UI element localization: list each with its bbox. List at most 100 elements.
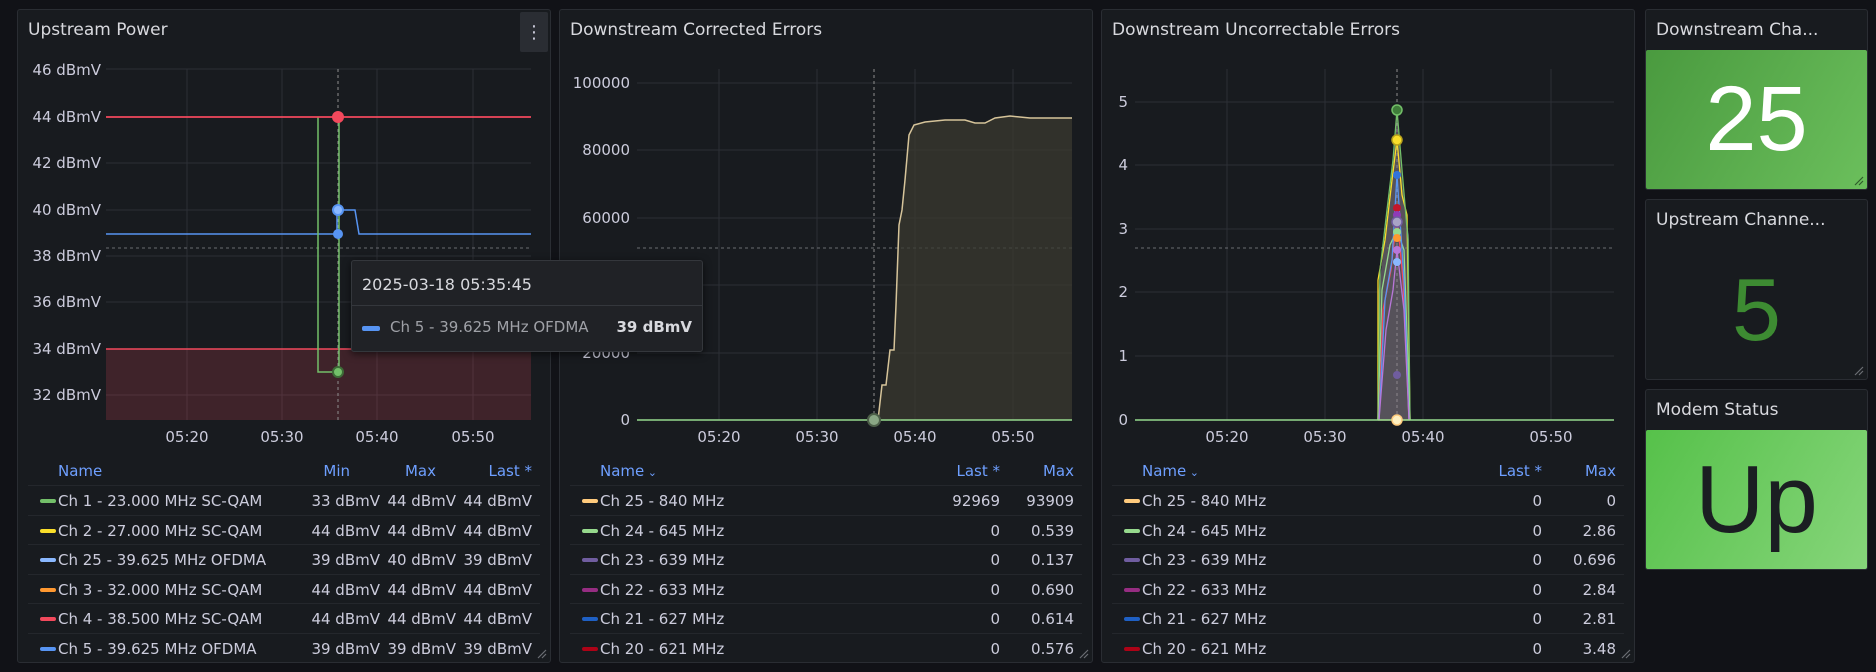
panel-title[interactable]: Modem Status xyxy=(1656,400,1778,420)
legend-row[interactable]: Ch 4 - 38.500 MHz SC-QAM 44 dBmV 44 dBmV 44… xyxy=(28,603,540,633)
legend-row[interactable]: Ch 21 - 627 MHz 0 0.614 xyxy=(570,603,1082,633)
legend-cell: 0.614 xyxy=(1031,610,1074,628)
y-tick: 80000 xyxy=(582,141,630,159)
legend-row[interactable]: Ch 23 - 639 MHz 0 0.137 xyxy=(570,544,1082,574)
y-tick: 44 dBmV xyxy=(32,108,101,126)
legend-cell: Ch 2 - 27.000 MHz SC-QAM xyxy=(58,522,263,540)
x-tick: 05:50 xyxy=(991,428,1034,446)
legend-row[interactable]: Ch 25 - 840 MHz 92969 93909 xyxy=(570,485,1082,515)
legend-cell: 0 xyxy=(1532,640,1542,658)
series-color-swatch xyxy=(1124,499,1140,503)
x-tick: 05:30 xyxy=(260,428,303,446)
uncorrectable-errors-chart[interactable]: 5 4 3 2 1 0 05:20 05:30 05:40 05:50 xyxy=(1102,10,1636,450)
legend-col-max[interactable]: Max xyxy=(1585,462,1616,480)
legend-row[interactable]: Ch 2 - 27.000 MHz SC-QAM 44 dBmV 44 dBmV 44… xyxy=(28,515,540,545)
panel-downstream-channels: Downstream Cha... 25 xyxy=(1645,9,1868,190)
legend-col-min[interactable]: Min xyxy=(323,462,350,480)
series-color-swatch xyxy=(1124,529,1140,533)
legend-row[interactable]: Ch 20 - 621 MHz 0 3.48 xyxy=(1112,633,1624,663)
legend-col-name[interactable]: Name ⌄ xyxy=(1142,462,1199,480)
data-point xyxy=(1393,204,1401,212)
x-tick: 05:30 xyxy=(795,428,838,446)
legend-cell: 0 xyxy=(990,522,1000,540)
legend-cell: Ch 25 - 840 MHz xyxy=(600,492,725,510)
data-point xyxy=(1391,414,1403,426)
legend-cell: Ch 24 - 645 MHz xyxy=(600,522,725,540)
data-point xyxy=(332,366,344,378)
legend-cell: 2.81 xyxy=(1582,610,1616,628)
legend-row[interactable]: Ch 3 - 32.000 MHz SC-QAM 44 dBmV 44 dBmV 44… xyxy=(28,574,540,604)
legend-cell: 40 dBmV xyxy=(387,551,456,569)
tooltip-swatch xyxy=(362,326,380,331)
legend-cell: 0.696 xyxy=(1573,551,1616,569)
legend-row[interactable]: Ch 20 - 621 MHz 0 0.576 xyxy=(570,633,1082,663)
legend-cell: Ch 25 - 840 MHz xyxy=(1142,492,1267,510)
legend-row[interactable]: Ch 23 - 639 MHz 0 0.696 xyxy=(1112,544,1624,574)
legend-col-last[interactable]: Last * xyxy=(488,462,532,480)
tooltip-value: 39 dBmV xyxy=(616,318,692,336)
legend-col-name[interactable]: Name xyxy=(58,462,102,480)
series-color-swatch xyxy=(1124,558,1140,562)
data-point xyxy=(1393,171,1401,179)
legend-row[interactable]: Ch 25 - 39.625 MHz OFDMA 39 dBmV 40 dBmV 39… xyxy=(28,544,540,574)
series-color-swatch xyxy=(40,558,56,562)
tooltip-time: 2025-03-18 05:35:45 xyxy=(362,275,532,294)
resize-handle-icon[interactable] xyxy=(1079,649,1089,659)
legend-row[interactable]: Ch 22 - 633 MHz 0 2.84 xyxy=(1112,574,1624,604)
legend-col-last[interactable]: Last * xyxy=(956,462,1000,480)
panel-modem-status: Modem Status Up xyxy=(1645,389,1868,570)
series-color-swatch xyxy=(582,529,598,533)
legend-row[interactable]: Ch 5 - 39.625 MHz OFDMA 39 dBmV 39 dBmV 39 … xyxy=(28,633,540,663)
legend-cell: 0 xyxy=(1532,492,1542,510)
legend-cell: Ch 21 - 627 MHz xyxy=(600,610,725,628)
resize-handle-icon[interactable] xyxy=(1854,366,1864,376)
data-point xyxy=(1393,371,1401,379)
legend-cell: Ch 1 - 23.000 MHz SC-QAM xyxy=(58,492,263,510)
panel-title[interactable]: Downstream Cha... xyxy=(1656,20,1818,40)
legend-cell: 0.690 xyxy=(1031,581,1074,599)
legend-cell: 44 dBmV xyxy=(387,492,456,510)
data-point xyxy=(1393,258,1401,266)
legend-row[interactable]: Ch 22 - 633 MHz 0 0.690 xyxy=(570,574,1082,604)
legend-row[interactable]: Ch 1 - 23.000 MHz SC-QAM 33 dBmV 44 dBmV 44… xyxy=(28,485,540,515)
legend-row[interactable]: Ch 24 - 645 MHz 0 2.86 xyxy=(1112,515,1624,545)
series-color-swatch xyxy=(1124,617,1140,621)
series-ch25-area xyxy=(874,116,1072,420)
legend-cell: 0 xyxy=(990,610,1000,628)
resize-handle-icon[interactable] xyxy=(1854,176,1864,186)
legend-cell: Ch 4 - 38.500 MHz SC-QAM xyxy=(58,610,263,628)
legend-cell: 2.84 xyxy=(1582,581,1616,599)
legend-col-max[interactable]: Max xyxy=(1043,462,1074,480)
legend-cell: 44 dBmV xyxy=(463,492,532,510)
resize-handle-icon[interactable] xyxy=(1621,649,1631,659)
y-tick: 38 dBmV xyxy=(32,247,101,265)
legend-cell: 39 dBmV xyxy=(463,640,532,658)
legend-cell: 44 dBmV xyxy=(311,610,380,628)
y-tick: 0 xyxy=(620,411,630,429)
legend-row[interactable]: Ch 24 - 645 MHz 0 0.539 xyxy=(570,515,1082,545)
legend-row[interactable]: Ch 25 - 840 MHz 0 0 xyxy=(1112,485,1624,515)
legend-cell: 92969 xyxy=(952,492,1000,510)
resize-handle-icon[interactable] xyxy=(537,649,547,659)
legend-cell: Ch 21 - 627 MHz xyxy=(1142,610,1267,628)
legend-cell: 0 xyxy=(990,581,1000,599)
data-point xyxy=(867,413,881,427)
y-tick: 36 dBmV xyxy=(32,293,101,311)
upstream-power-chart[interactable]: 46 dBmV 44 dBmV 42 dBmV 40 dBmV 38 dBmV … xyxy=(18,10,552,450)
series-color-swatch xyxy=(582,499,598,503)
sort-chevron-icon: ⌄ xyxy=(1186,466,1199,479)
panel-title[interactable]: Upstream Channe... xyxy=(1656,210,1826,230)
legend-cell: 0 xyxy=(1532,581,1542,599)
legend-cell: Ch 23 - 639 MHz xyxy=(600,551,725,569)
corrected-errors-chart[interactable]: 100000 80000 60000 40000 20000 0 05:20 0… xyxy=(560,10,1094,450)
legend-col-last[interactable]: Last * xyxy=(1498,462,1542,480)
stat-value-box: Up xyxy=(1646,430,1867,569)
stat-value: 5 xyxy=(1732,259,1781,359)
legend-col-name[interactable]: Name ⌄ xyxy=(600,462,657,480)
y-tick: 100000 xyxy=(573,74,630,92)
legend-cell: 0.539 xyxy=(1031,522,1074,540)
legend-table: Name Min Max Last * Ch 1 - 23.000 MHz SC… xyxy=(28,460,540,660)
legend-col-max[interactable]: Max xyxy=(405,462,436,480)
legend-row[interactable]: Ch 21 - 627 MHz 0 2.81 xyxy=(1112,603,1624,633)
legend-cell: 33 dBmV xyxy=(311,492,380,510)
